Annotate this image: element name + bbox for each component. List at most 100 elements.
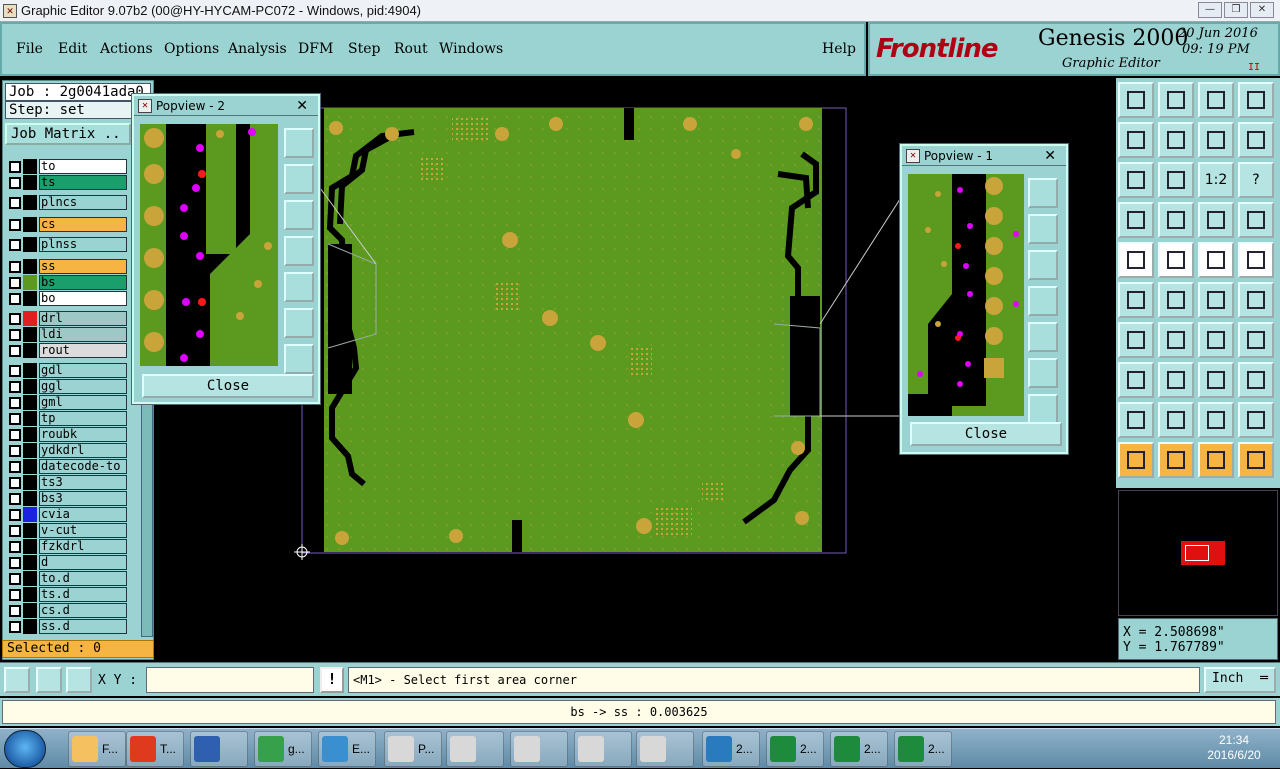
layer-row-drl[interactable]: drl	[9, 311, 127, 326]
redraw-button[interactable]	[1198, 122, 1234, 158]
taskbar-app-2[interactable]	[190, 731, 248, 767]
layer-row-roubk[interactable]: roubk	[9, 427, 127, 442]
popview-pan-up-button[interactable]	[284, 164, 314, 194]
arc-button[interactable]	[1198, 322, 1234, 358]
taskbar-app-1[interactable]: T...	[126, 731, 184, 767]
pan-right-button[interactable]	[1158, 122, 1194, 158]
layer-checkbox[interactable]	[9, 160, 21, 173]
connect-button[interactable]	[1118, 282, 1154, 318]
popview-pan-down-button[interactable]	[284, 200, 314, 230]
break-button[interactable]	[1118, 362, 1154, 398]
menu-options[interactable]: Options	[164, 41, 219, 57]
layer-checkbox[interactable]	[9, 260, 21, 273]
minimize-button[interactable]: —	[1198, 2, 1222, 18]
layer-row-ts[interactable]: ts	[9, 175, 127, 190]
menu-help[interactable]: Help	[822, 41, 856, 57]
menu-edit[interactable]: Edit	[58, 41, 87, 57]
taskbar-app-0[interactable]: F...	[68, 731, 126, 767]
xy-input[interactable]	[146, 667, 314, 693]
layer-row-plnss[interactable]: plnss	[9, 237, 127, 252]
popview-zoom-out-button[interactable]	[284, 344, 314, 374]
layer-row-v-cut[interactable]: v-cut	[9, 523, 127, 538]
zoom-home-button[interactable]	[1118, 82, 1154, 118]
menu-actions[interactable]: Actions	[100, 41, 153, 57]
layer-checkbox[interactable]	[9, 364, 21, 377]
menu-rout[interactable]: Rout	[394, 41, 428, 57]
clock[interactable]: 21:34 2016/6/20	[1192, 733, 1276, 763]
layer-checkbox[interactable]	[9, 380, 21, 393]
pointer-button[interactable]	[1118, 442, 1154, 478]
taskbar-app-12[interactable]: 2...	[830, 731, 888, 767]
zoom-house-button[interactable]	[1198, 82, 1234, 118]
pad-button[interactable]	[1238, 242, 1274, 278]
layer-row-datecode-to[interactable]: datecode-to	[9, 459, 127, 474]
triangle-a-button[interactable]	[1118, 402, 1154, 438]
layer-row-ts-d[interactable]: ts.d	[9, 587, 127, 602]
layer-row-ts3[interactable]: ts3	[9, 475, 127, 490]
layer-checkbox[interactable]	[9, 412, 21, 425]
zoom-ratio-button[interactable]: 1:2	[1198, 162, 1234, 198]
taskbar-app-13[interactable]: 2...	[894, 731, 952, 767]
popview-pan-down-button[interactable]	[1028, 250, 1058, 280]
popview-1-close-button[interactable]: Close	[910, 422, 1062, 446]
layer-checkbox[interactable]	[9, 620, 21, 633]
layer-checkbox[interactable]	[9, 476, 21, 489]
pointer-rotate-button[interactable]	[1198, 442, 1234, 478]
zoom-fit-button[interactable]	[1118, 162, 1154, 198]
layer-row-plncs[interactable]: plncs	[9, 195, 127, 210]
layer-row-to-d[interactable]: to.d	[9, 571, 127, 586]
layer-row-ldi[interactable]: ldi	[9, 327, 127, 342]
popview-pan-left-button[interactable]	[284, 236, 314, 266]
popview-zoom-fit-button[interactable]	[1028, 178, 1058, 208]
menu-step[interactable]: Step	[348, 41, 380, 57]
layer-row-bs[interactable]: bs	[9, 275, 127, 290]
layer-checkbox[interactable]	[9, 460, 21, 473]
line-button[interactable]	[1158, 322, 1194, 358]
layer-checkbox[interactable]	[9, 572, 21, 585]
refresh-button[interactable]	[1238, 122, 1274, 158]
fit-button[interactable]	[1198, 362, 1234, 398]
unit-selector[interactable]: Inch ═	[1204, 667, 1276, 693]
popview-zoom-in-button[interactable]	[1028, 358, 1058, 388]
popview-pan-right-button[interactable]	[1028, 322, 1058, 352]
layer-row-bs3[interactable]: bs3	[9, 491, 127, 506]
layer-checkbox[interactable]	[9, 428, 21, 441]
layer-row-gdl[interactable]: gdl	[9, 363, 127, 378]
popview-pan-right-button[interactable]	[284, 272, 314, 302]
layer-row-rout[interactable]: rout	[9, 343, 127, 358]
taskbar-app-9[interactable]	[636, 731, 694, 767]
measure-button[interactable]	[1118, 202, 1154, 238]
angle-mode-button[interactable]	[36, 667, 62, 693]
triangle-b-button[interactable]	[1158, 402, 1194, 438]
snap-mode-button[interactable]	[4, 667, 30, 693]
layer-row-d[interactable]: d	[9, 555, 127, 570]
job-matrix-button[interactable]: Job Matrix ..	[5, 123, 131, 145]
popview-pan-left-button[interactable]	[1028, 286, 1058, 316]
layer-checkbox[interactable]	[9, 556, 21, 569]
layer-row-cs-d[interactable]: cs.d	[9, 603, 127, 618]
layer-checkbox[interactable]	[9, 508, 21, 521]
layer-checkbox[interactable]	[9, 176, 21, 189]
overview-window[interactable]	[1118, 490, 1278, 616]
layer-checkbox[interactable]	[9, 396, 21, 409]
ruler-button[interactable]	[1198, 242, 1234, 278]
snap-b-button[interactable]	[1238, 202, 1274, 238]
layer-row-to[interactable]: to	[9, 159, 127, 174]
layer-row-ss-d[interactable]: ss.d	[9, 619, 127, 634]
layer-checkbox[interactable]	[9, 540, 21, 553]
layer-checkbox[interactable]	[9, 276, 21, 289]
layer-row-tp[interactable]: tp	[9, 411, 127, 426]
layer-checkbox[interactable]	[9, 312, 21, 325]
layer-checkbox[interactable]	[9, 328, 21, 341]
triangle-c-button[interactable]	[1198, 402, 1234, 438]
popview-zoom-in-button[interactable]	[284, 308, 314, 338]
layer-checkbox[interactable]	[9, 588, 21, 601]
layer-row-fzkdrl[interactable]: fzkdrl	[9, 539, 127, 554]
popview-1-close-icon[interactable]: ✕	[1044, 148, 1056, 164]
layer-row-bo[interactable]: bo	[9, 291, 127, 306]
layer-row-cvia[interactable]: cvia	[9, 507, 127, 522]
pointer-select-button[interactable]	[1158, 442, 1194, 478]
line-angle-button[interactable]	[1118, 322, 1154, 358]
zoom-up-button[interactable]	[1158, 82, 1194, 118]
layer-checkbox[interactable]	[9, 218, 21, 231]
